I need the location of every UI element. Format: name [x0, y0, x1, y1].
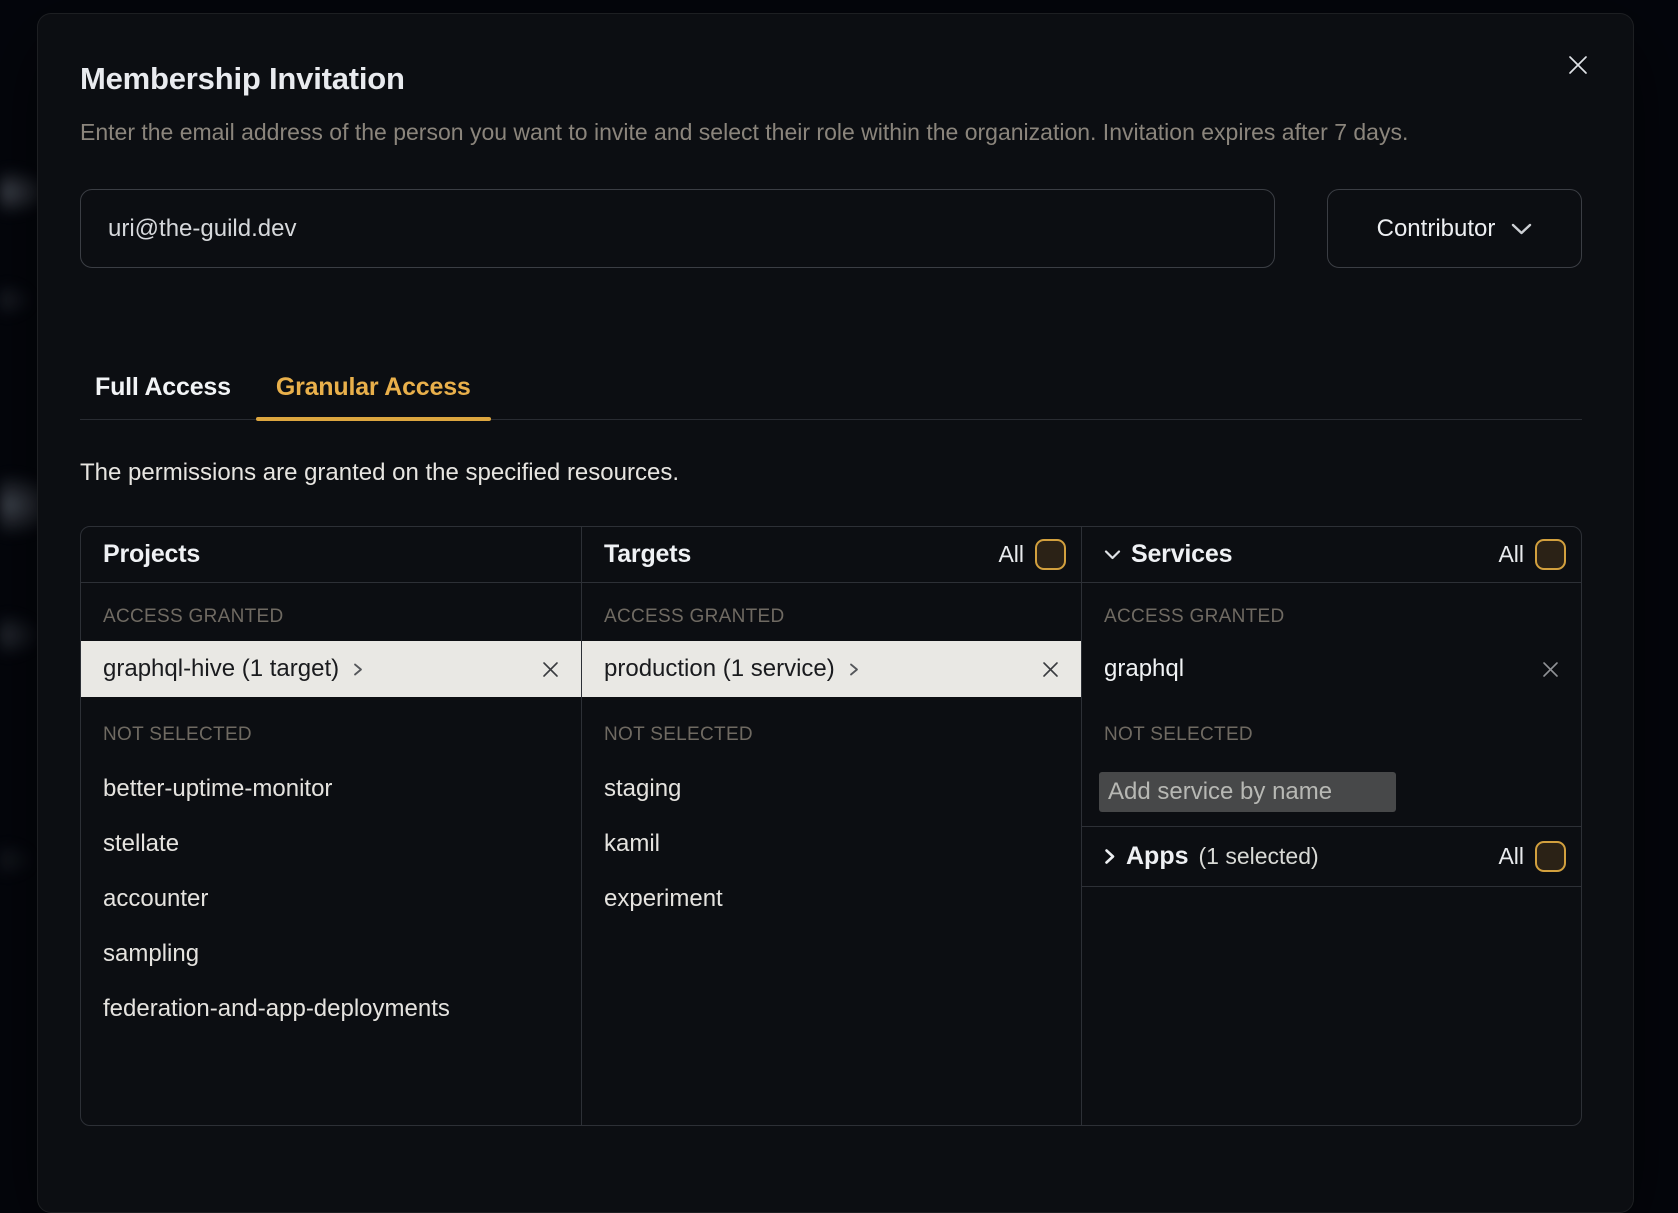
permissions-note: The permissions are granted on the speci…: [80, 458, 1582, 488]
services-all-checkbox[interactable]: [1535, 539, 1566, 570]
apps-all-checkbox[interactable]: [1535, 841, 1566, 872]
service-row-label: graphql: [1104, 655, 1184, 683]
project-item[interactable]: federation-and-app-deployments: [81, 981, 581, 1036]
services-body: ACCESS GRANTED graphql NOT SELECTED: [1082, 583, 1581, 827]
close-icon: [1567, 54, 1589, 76]
project-item[interactable]: better-uptime-monitor: [81, 761, 581, 816]
target-row-production[interactable]: production (1 service): [582, 641, 1081, 697]
targets-all-checkbox[interactable]: [1035, 539, 1066, 570]
services-column: Services All ACCESS GRANTED graphql NOT …: [1081, 527, 1581, 1125]
resources-table: Projects ACCESS GRANTED graphql-hive (1 …: [80, 526, 1582, 1126]
chevron-right-icon: [1104, 848, 1115, 865]
target-item[interactable]: staging: [582, 761, 1081, 816]
project-item[interactable]: sampling: [81, 926, 581, 981]
remove-project-button[interactable]: [540, 659, 561, 680]
modal-description: Enter the email address of the person yo…: [80, 114, 1582, 150]
role-select-value: Contributor: [1377, 215, 1496, 243]
project-row-label: graphql-hive (1 target): [103, 655, 339, 683]
target-row-label: production (1 service): [604, 655, 835, 683]
target-item[interactable]: kamil: [582, 816, 1081, 871]
chevron-right-icon: [353, 662, 363, 677]
project-item[interactable]: stellate: [81, 816, 581, 871]
close-icon: [542, 661, 559, 678]
role-select[interactable]: Contributor: [1327, 189, 1582, 268]
email-input[interactable]: [80, 189, 1275, 268]
project-item[interactable]: accounter: [81, 871, 581, 926]
membership-invitation-modal: Membership Invitation Enter the email ad…: [37, 13, 1634, 1213]
projects-header: Projects: [81, 527, 581, 583]
chevron-down-icon: [1104, 550, 1121, 560]
apps-expander-row[interactable]: Apps (1 selected) All: [1082, 827, 1581, 887]
apps-label: Apps: [1126, 842, 1189, 871]
services-access-granted-label: ACCESS GRANTED: [1082, 583, 1581, 641]
tab-full-access[interactable]: Full Access: [80, 370, 244, 419]
chevron-right-icon: [849, 662, 859, 677]
projects-title: Projects: [103, 540, 200, 569]
service-row-graphql[interactable]: graphql: [1082, 641, 1581, 697]
close-icon: [1042, 661, 1059, 678]
project-row-graphql-hive[interactable]: graphql-hive (1 target): [81, 641, 581, 697]
modal-title: Membership Invitation: [80, 60, 1582, 98]
targets-all-label: All: [998, 541, 1024, 568]
projects-access-granted-label: ACCESS GRANTED: [81, 583, 581, 641]
add-service-input[interactable]: [1099, 772, 1396, 812]
chevron-down-icon: [1511, 223, 1532, 235]
targets-access-granted-label: ACCESS GRANTED: [582, 583, 1081, 641]
close-button[interactable]: [1565, 52, 1591, 78]
tab-granular-access[interactable]: Granular Access: [256, 370, 491, 419]
targets-not-selected-label: NOT SELECTED: [582, 697, 1081, 761]
targets-header: Targets All: [582, 527, 1081, 583]
access-tabs: Full Access Granular Access: [80, 370, 1582, 420]
close-icon: [1542, 661, 1559, 678]
services-all-label: All: [1498, 541, 1524, 568]
targets-column: Targets All ACCESS GRANTED production (1…: [581, 527, 1081, 1125]
target-item[interactable]: experiment: [582, 871, 1081, 926]
services-not-selected-label: NOT SELECTED: [1082, 697, 1581, 761]
services-header[interactable]: Services All: [1082, 527, 1581, 583]
invite-row: Contributor: [80, 189, 1582, 268]
targets-title: Targets: [604, 540, 691, 569]
remove-service-button[interactable]: [1540, 659, 1561, 680]
services-title: Services: [1131, 540, 1232, 569]
projects-not-selected-label: NOT SELECTED: [81, 697, 581, 761]
projects-column: Projects ACCESS GRANTED graphql-hive (1 …: [81, 527, 581, 1125]
apps-all-label: All: [1498, 843, 1524, 870]
remove-target-button[interactable]: [1040, 659, 1061, 680]
apps-selected-count: (1 selected): [1199, 843, 1319, 870]
